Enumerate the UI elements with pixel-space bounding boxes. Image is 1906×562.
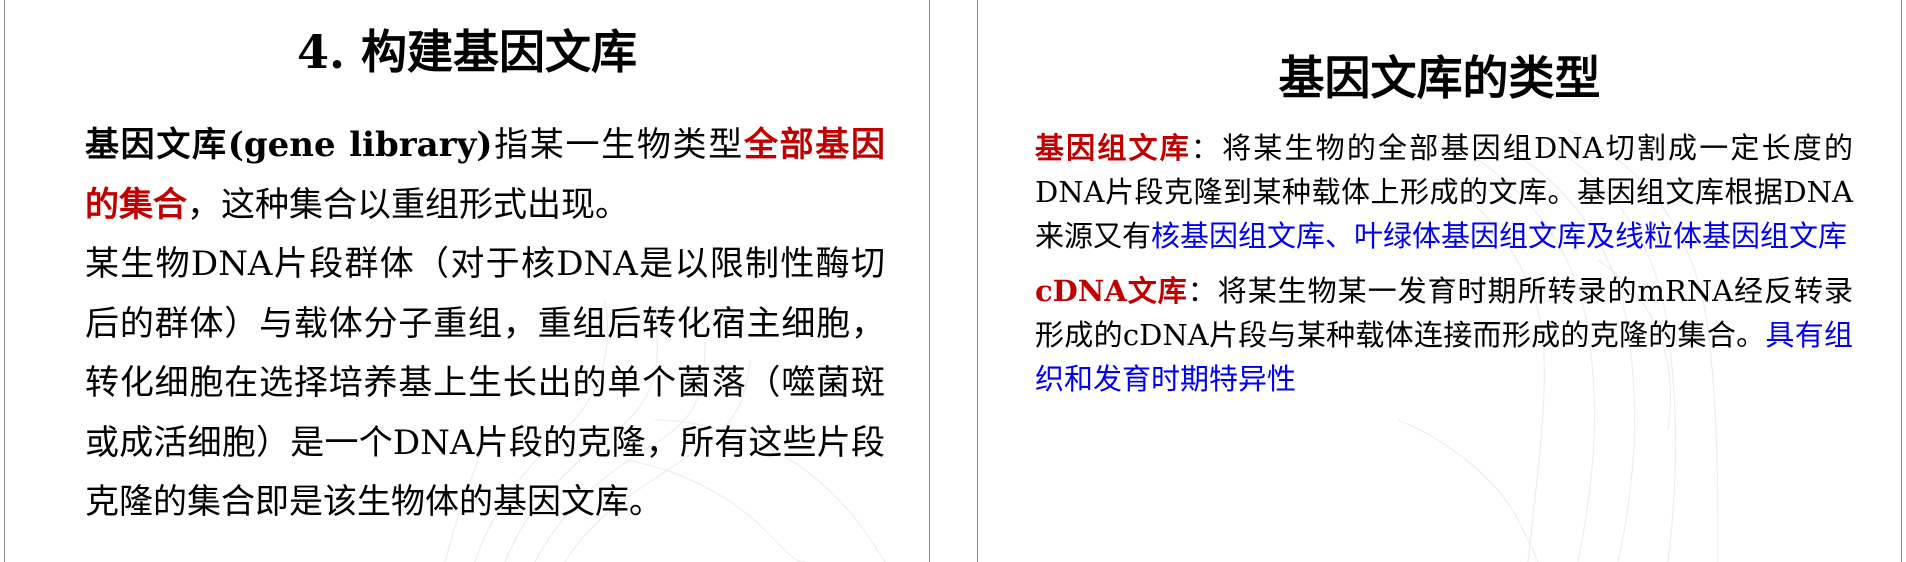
slide-gap bbox=[931, 0, 976, 562]
term-genomic-library: 基因组文库 bbox=[1035, 131, 1191, 165]
definition-paragraph: 基因文库(gene library)指某一生物类型全部基因的集合，这种集合以重组… bbox=[85, 116, 885, 235]
slide-right: 基因文库的类型 基因组文库：将某生物的全部基因组DNA切割成一定长度的DNA片段… bbox=[977, 0, 1902, 562]
term-cdna-library: cDNA文库 bbox=[1035, 274, 1188, 308]
cdna-library-paragraph: cDNA文库：将某生物某一发育时期所转录的mRNA经反转录形成的cDNA片段与某… bbox=[1035, 269, 1853, 401]
slide-title: 4. 构建基因文库 bbox=[296, 25, 638, 79]
slide-body: 基因文库(gene library)指某一生物类型全部基因的集合，这种集合以重组… bbox=[85, 116, 885, 533]
genomic-library-types: 核基因组文库、叶绿体基因组文库及线粒体基因组文库 bbox=[1151, 219, 1848, 253]
definition-text: 指某一生物类型 bbox=[492, 125, 744, 165]
genomic-library-paragraph: 基因组文库：将某生物的全部基因组DNA切割成一定长度的DNA片段克隆到某种载体上… bbox=[1035, 126, 1853, 258]
definition-text-end: ，这种集合以重组形式出现。 bbox=[187, 184, 629, 225]
slide-left: 4. 构建基因文库 基因文库(gene library)指某一生物类型全部基因的… bbox=[4, 0, 930, 562]
explanation-paragraph: 某生物DNA片段群体（对于核DNA是以限制性酶切后的群体）与载体分子重组，重组后… bbox=[85, 244, 885, 522]
term-gene-library: 基因文库(gene library) bbox=[85, 125, 493, 165]
slide-body: 基因组文库：将某生物的全部基因组DNA切割成一定长度的DNA片段克隆到某种载体上… bbox=[1035, 126, 1853, 412]
slide-title: 基因文库的类型 bbox=[1278, 51, 1601, 105]
